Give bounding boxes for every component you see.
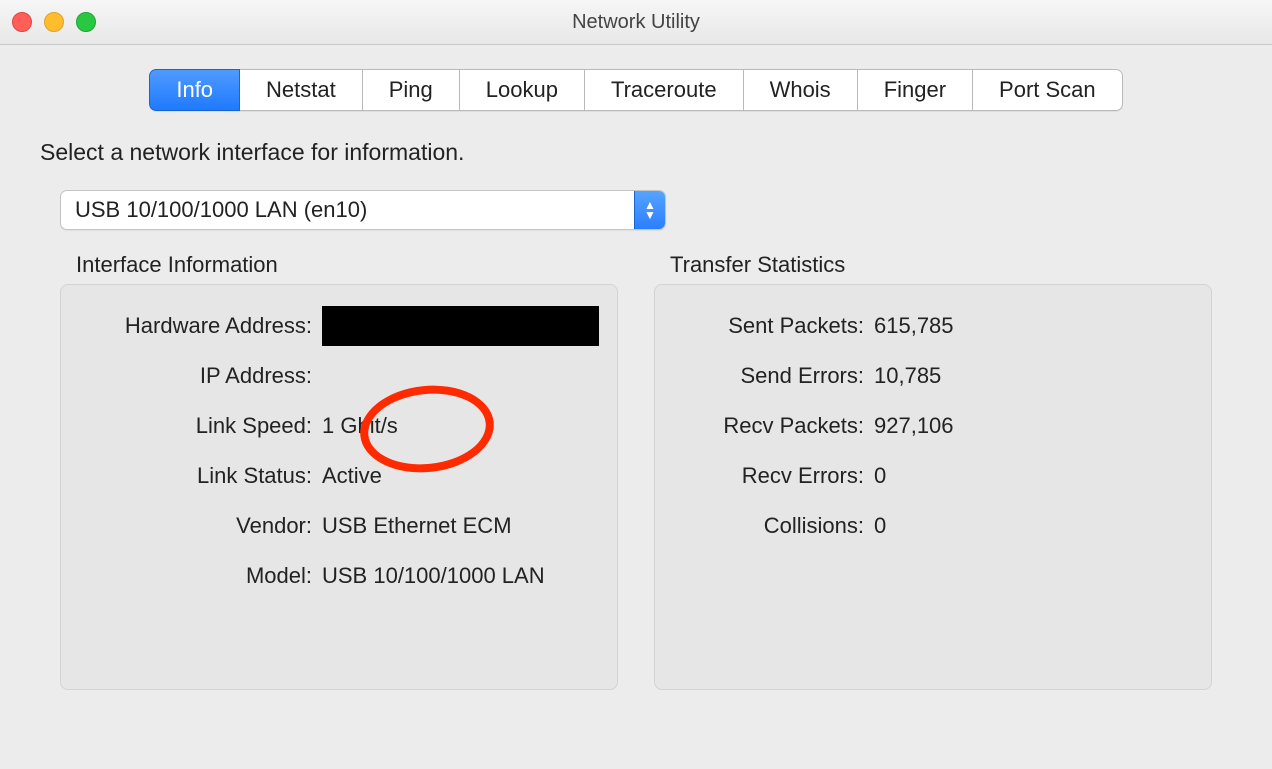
label-vendor: Vendor: xyxy=(75,513,322,539)
select-arrows-icon: ▲▼ xyxy=(634,191,665,229)
tab-port-scan[interactable]: Port Scan xyxy=(973,69,1123,111)
interface-information-group: Interface Information Hardware Address: … xyxy=(60,244,618,690)
row-recv-packets: Recv Packets: 927,106 xyxy=(669,401,1197,451)
row-sent-packets: Sent Packets: 615,785 xyxy=(669,301,1197,351)
label-link-status: Link Status: xyxy=(75,463,322,489)
value-hardware-address xyxy=(322,306,599,346)
window-title: Network Utility xyxy=(572,11,700,34)
row-hardware-address: Hardware Address: xyxy=(75,301,603,351)
minimize-window-button[interactable] xyxy=(44,12,64,32)
label-recv-errors: Recv Errors: xyxy=(669,463,874,489)
titlebar: Network Utility xyxy=(0,0,1272,45)
close-window-button[interactable] xyxy=(12,12,32,32)
value-recv-errors: 0 xyxy=(874,463,1197,489)
instruction-text: Select a network interface for informati… xyxy=(0,139,1272,190)
value-send-errors: 10,785 xyxy=(874,363,1197,389)
interface-information-heading: Interface Information xyxy=(60,244,618,284)
row-link-speed: Link Speed: 1 Gbit/s xyxy=(75,401,603,451)
row-send-errors: Send Errors: 10,785 xyxy=(669,351,1197,401)
interface-select-value: USB 10/100/1000 LAN (en10) xyxy=(61,197,634,223)
value-vendor: USB Ethernet ECM xyxy=(322,513,603,539)
row-collisions: Collisions: 0 xyxy=(669,501,1197,551)
tab-info[interactable]: Info xyxy=(149,69,240,111)
tab-bar: Info Netstat Ping Lookup Traceroute Whoi… xyxy=(0,45,1272,139)
row-recv-errors: Recv Errors: 0 xyxy=(669,451,1197,501)
value-model: USB 10/100/1000 LAN xyxy=(322,563,603,589)
row-link-status: Link Status: Active xyxy=(75,451,603,501)
zoom-window-button[interactable] xyxy=(76,12,96,32)
label-sent-packets: Sent Packets: xyxy=(669,313,874,339)
label-model: Model: xyxy=(75,563,322,589)
value-sent-packets: 615,785 xyxy=(874,313,1197,339)
tab-netstat[interactable]: Netstat xyxy=(240,69,363,111)
label-recv-packets: Recv Packets: xyxy=(669,413,874,439)
tab-traceroute[interactable]: Traceroute xyxy=(585,69,744,111)
tab-whois[interactable]: Whois xyxy=(744,69,858,111)
label-link-speed: Link Speed: xyxy=(75,413,322,439)
row-ip-address: IP Address: xyxy=(75,351,603,401)
tab-finger[interactable]: Finger xyxy=(858,69,973,111)
window-controls xyxy=(12,12,96,32)
tab-lookup[interactable]: Lookup xyxy=(460,69,585,111)
transfer-statistics-heading: Transfer Statistics xyxy=(654,244,1212,284)
transfer-statistics-group: Transfer Statistics Sent Packets: 615,78… xyxy=(654,244,1212,690)
value-link-status: Active xyxy=(322,463,603,489)
row-model: Model: USB 10/100/1000 LAN xyxy=(75,551,603,601)
value-recv-packets: 927,106 xyxy=(874,413,1197,439)
label-collisions: Collisions: xyxy=(669,513,874,539)
label-send-errors: Send Errors: xyxy=(669,363,874,389)
label-ip-address: IP Address: xyxy=(75,363,322,389)
label-hardware-address: Hardware Address: xyxy=(75,313,322,339)
tab-ping[interactable]: Ping xyxy=(363,69,460,111)
interface-select[interactable]: USB 10/100/1000 LAN (en10) ▲▼ xyxy=(60,190,666,230)
value-collisions: 0 xyxy=(874,513,1197,539)
row-vendor: Vendor: USB Ethernet ECM xyxy=(75,501,603,551)
value-link-speed: 1 Gbit/s xyxy=(322,413,603,439)
